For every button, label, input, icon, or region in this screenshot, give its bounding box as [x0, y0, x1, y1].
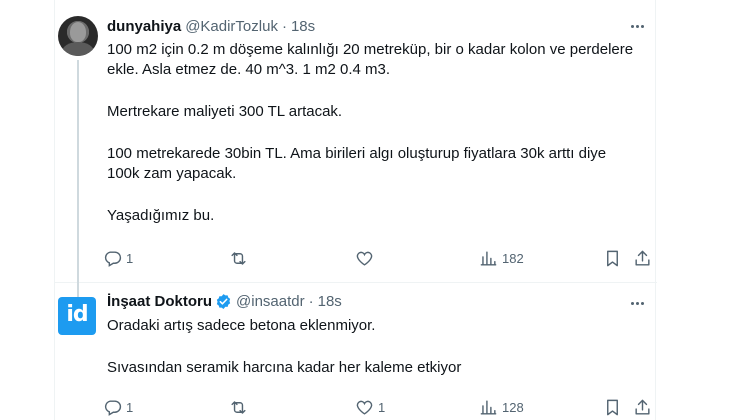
tweet-header: İnşaat Doktoru @insaatdr · 18s: [107, 291, 342, 311]
more-options-icon[interactable]: [627, 16, 647, 36]
views-button[interactable]: 182: [479, 247, 524, 269]
tweet[interactable]: dunyahiya @KadirTozluk · 18s 100 m2 için…: [55, 0, 657, 300]
share-icon: [635, 399, 650, 415]
author-handle[interactable]: @insaatdr: [236, 293, 305, 310]
heart-icon: [356, 251, 373, 266]
verified-badge-icon: [216, 293, 231, 309]
tweet-timestamp[interactable]: 18s: [318, 293, 342, 310]
retweet-icon: [231, 400, 246, 414]
tweet-paragraph: 100 m2 için 0.2 m döşeme kalınlığı 20 me…: [107, 41, 634, 78]
heart-icon: [356, 400, 373, 415]
tweet-paragraph: 100 metrekarede 30bin TL. Ama birileri a…: [107, 145, 607, 182]
avatar[interactable]: [58, 16, 98, 56]
share-button[interactable]: [633, 396, 652, 418]
tweet-text: Oradaki artış sadece betona eklenmiyor. …: [107, 316, 637, 378]
reply-icon: [104, 399, 122, 416]
avatar[interactable]: id: [58, 297, 96, 335]
like-count: 1: [378, 399, 386, 415]
analytics-icon: [480, 250, 497, 266]
tweet-paragraph: Mertrekare maliyeti 300 TL artacak.: [107, 103, 343, 120]
tweet-paragraph: Yaşadığımız bu.: [107, 207, 215, 224]
bookmark-button[interactable]: [603, 247, 622, 269]
views-button[interactable]: 128: [479, 396, 524, 418]
share-icon: [635, 250, 650, 266]
tweet-text: 100 m2 için 0.2 m döşeme kalınlığı 20 me…: [107, 40, 637, 226]
more-options-icon[interactable]: [627, 293, 647, 313]
retweet-button[interactable]: [229, 247, 252, 269]
retweet-icon: [231, 251, 246, 265]
conversation-thread: dunyahiya @KadirTozluk · 18s 100 m2 için…: [54, 0, 657, 420]
retweet-button[interactable]: [229, 396, 252, 418]
author-name[interactable]: İnşaat Doktoru: [107, 293, 212, 310]
bookmark-button[interactable]: [603, 396, 622, 418]
avatar-body: [62, 42, 94, 56]
like-button[interactable]: [355, 247, 378, 269]
share-button[interactable]: [633, 247, 652, 269]
separator-dot: ·: [308, 292, 314, 310]
tweet-header: dunyahiya @KadirTozluk · 18s: [107, 16, 315, 36]
reply-icon: [104, 250, 122, 267]
view-count: 128: [502, 399, 524, 415]
author-handle[interactable]: @KadirTozluk: [185, 18, 278, 35]
analytics-icon: [480, 399, 497, 415]
tweet[interactable]: id İnşaat Doktoru @insaatdr · 18s Oradak…: [55, 283, 657, 420]
tweet-actions: 1 182: [103, 247, 652, 269]
tweet-paragraph: Oradaki artış sadece betona eklenmiyor.: [107, 317, 376, 334]
tweet-actions: 1 1 128: [103, 396, 652, 418]
reply-button[interactable]: 1: [103, 247, 133, 269]
author-name[interactable]: dunyahiya: [107, 18, 181, 35]
reply-count: 1: [126, 250, 134, 266]
separator-dot: ·: [281, 17, 287, 35]
view-count: 182: [502, 250, 524, 266]
bookmark-icon: [607, 250, 618, 266]
reply-count: 1: [126, 399, 134, 415]
reply-button[interactable]: 1: [103, 396, 133, 418]
thread-connector-line: [77, 60, 79, 300]
like-button[interactable]: 1: [355, 396, 385, 418]
bookmark-icon: [607, 399, 618, 415]
avatar-logo: id: [66, 302, 88, 327]
avatar-face: [70, 22, 86, 42]
tweet-paragraph: Sıvasından seramik harcına kadar her kal…: [107, 359, 462, 376]
tweet-timestamp[interactable]: 18s: [291, 18, 315, 35]
